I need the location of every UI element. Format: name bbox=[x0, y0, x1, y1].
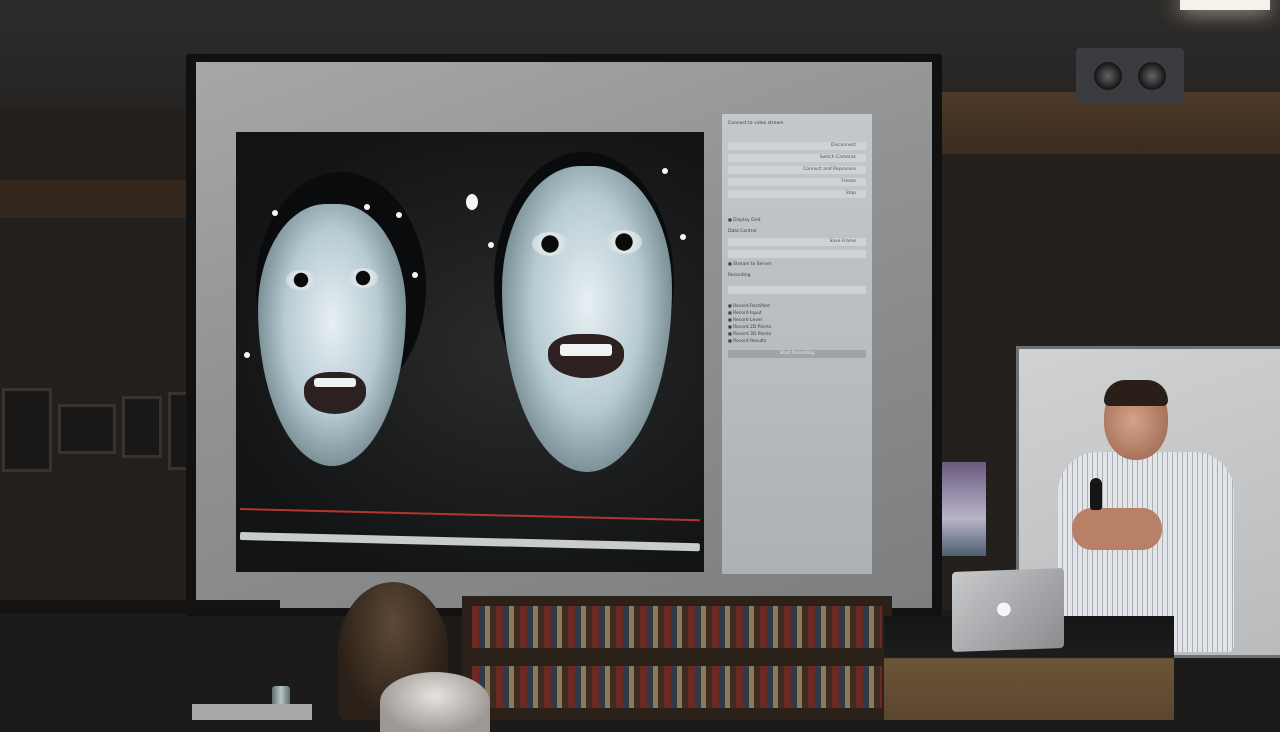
book-row bbox=[472, 606, 882, 648]
record-checkbox[interactable]: Record Results bbox=[728, 339, 766, 345]
control-panel: Connect to video stream Disconnect Switc… bbox=[722, 114, 872, 574]
eye bbox=[532, 232, 568, 256]
tracking-point bbox=[364, 204, 370, 210]
tracking-point bbox=[680, 234, 686, 240]
eye bbox=[606, 230, 642, 254]
table bbox=[0, 600, 280, 614]
destination-field[interactable] bbox=[728, 286, 866, 294]
projection-screen: Connect to video stream Disconnect Switc… bbox=[196, 62, 932, 608]
speaker-woofer bbox=[1094, 62, 1122, 90]
switch-cameras-button[interactable]: Switch Cameras bbox=[728, 154, 866, 162]
record-checkbox[interactable]: Record Level bbox=[728, 318, 762, 324]
stream-to-server-checkbox[interactable]: Stream to Server bbox=[728, 262, 771, 268]
recording-label: Recording bbox=[728, 273, 751, 278]
teeth bbox=[560, 344, 612, 356]
book-row bbox=[472, 666, 882, 708]
tracking-point bbox=[412, 272, 418, 278]
start-recording-button[interactable]: Start Recording bbox=[728, 350, 866, 358]
wood-trim-left bbox=[0, 180, 195, 218]
ceiling-light bbox=[1180, 0, 1270, 10]
microphone-icon bbox=[1090, 478, 1102, 510]
mouth bbox=[548, 334, 624, 378]
face-left bbox=[258, 204, 406, 466]
eye bbox=[348, 268, 378, 288]
tracking-point bbox=[244, 352, 250, 358]
save-frame-button[interactable]: Save Frame bbox=[728, 238, 866, 246]
video-feed bbox=[236, 132, 704, 572]
connect-reprocess-button[interactable]: Connect and Reprocess bbox=[728, 166, 866, 174]
wall-picture bbox=[122, 396, 162, 458]
tracking-point bbox=[272, 210, 278, 216]
panel-heading: Connect to video stream bbox=[728, 121, 784, 126]
teeth bbox=[314, 378, 356, 387]
presenter-hands bbox=[1072, 508, 1162, 550]
record-checkbox[interactable]: Record 2D Points bbox=[728, 325, 771, 331]
empty-bar bbox=[728, 250, 866, 258]
tracking-point bbox=[488, 242, 494, 248]
audience-member bbox=[380, 672, 490, 732]
tracking-point bbox=[466, 194, 478, 210]
disconnect-button[interactable]: Disconnect bbox=[728, 142, 866, 150]
record-checkbox[interactable]: Record 3D Points bbox=[728, 332, 771, 338]
wall-picture bbox=[58, 404, 116, 454]
mouth bbox=[304, 372, 366, 414]
wall-picture bbox=[2, 388, 52, 472]
eye bbox=[286, 270, 316, 290]
presenter-hair bbox=[1104, 380, 1168, 406]
face-right bbox=[502, 166, 672, 472]
freeze-button[interactable]: Freeze bbox=[728, 178, 866, 186]
display-grid-checkbox[interactable]: Display Grid bbox=[728, 218, 760, 224]
record-checkbox[interactable]: Record Input bbox=[728, 311, 762, 317]
bookshelf bbox=[462, 596, 892, 720]
data-control-label: Data Control bbox=[728, 229, 757, 234]
apple-logo-icon: ● bbox=[996, 598, 1012, 619]
poster bbox=[940, 462, 986, 556]
speaker-woofer bbox=[1138, 62, 1166, 90]
stop-button[interactable]: Stop bbox=[728, 190, 866, 198]
speaker-icon bbox=[1076, 48, 1184, 104]
record-checkbox[interactable]: Record Rectified bbox=[728, 304, 770, 310]
tracking-point bbox=[396, 212, 402, 218]
paper bbox=[192, 704, 312, 720]
tracking-point bbox=[662, 168, 668, 174]
